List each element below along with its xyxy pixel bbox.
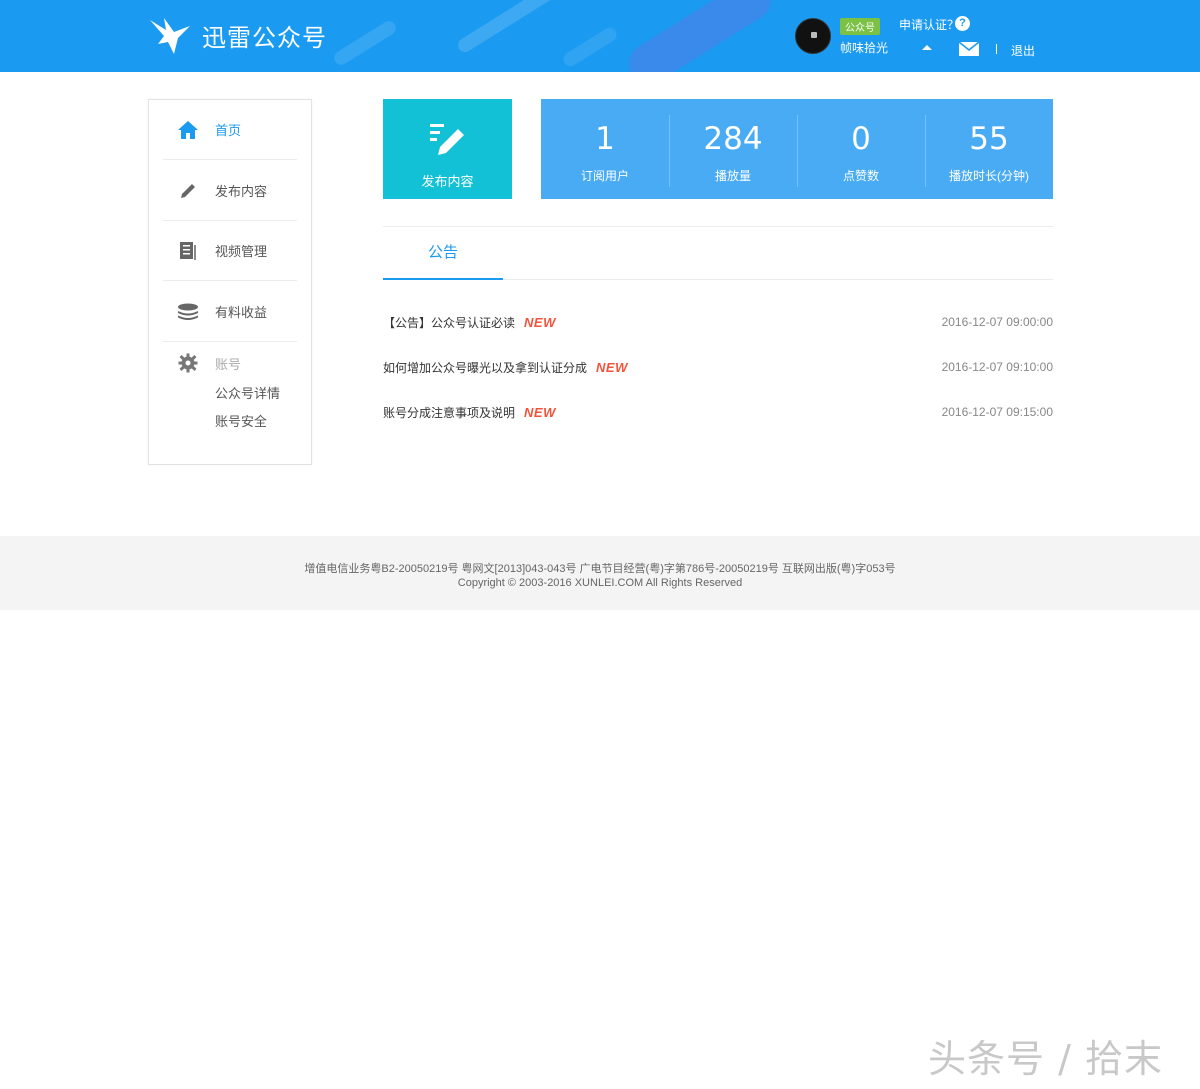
avatar[interactable] xyxy=(795,18,831,54)
announcement-date: 2016-12-07 09:00:00 xyxy=(941,315,1053,329)
account-section: 账号 公众号详情 账号安全 xyxy=(163,352,297,430)
announcement-title[interactable]: 如何增加公众号曝光以及拿到认证分成 xyxy=(383,359,587,376)
publish-content-button[interactable]: 发布内容 xyxy=(383,99,512,199)
edit-icon xyxy=(430,124,464,155)
header-decoration xyxy=(331,18,399,68)
gear-icon xyxy=(177,352,199,374)
sidebar-item-home[interactable]: 首页 xyxy=(163,100,297,160)
stat-label: 订阅用户 xyxy=(580,169,629,183)
stat-label: 点赞数 xyxy=(842,169,879,183)
home-icon xyxy=(177,119,199,141)
coins-icon xyxy=(177,301,199,323)
stat-plays: 284 播放量 xyxy=(669,99,797,199)
caret-up-icon[interactable] xyxy=(922,45,932,50)
announcement-date: 2016-12-07 09:15:00 xyxy=(941,405,1053,419)
announcement-item[interactable]: 【公告】公众号认证必读 NEW 2016-12-07 09:00:00 xyxy=(383,312,1053,332)
sidebar-item-label: 有料收益 xyxy=(215,305,268,320)
publish-content-label: 发布内容 xyxy=(421,174,474,189)
sidebar-item-publish[interactable]: 发布内容 xyxy=(163,161,297,221)
sidebar-item-label: 发布内容 xyxy=(215,184,268,199)
header-decoration xyxy=(560,25,620,69)
stats-panel: 1 订阅用户 284 播放量 0 点赞数 55 播放时长(分钟) xyxy=(541,99,1053,199)
announcement-title[interactable]: 【公告】公众号认证必读 xyxy=(383,314,515,331)
logout-link[interactable]: 退出 xyxy=(1011,42,1035,59)
brand-logo[interactable]: 迅雷公众号 xyxy=(148,14,327,56)
stat-value: 284 xyxy=(703,121,763,157)
header-divider xyxy=(996,44,997,54)
header-decoration xyxy=(621,0,779,72)
stat-value: 1 xyxy=(595,121,615,157)
apply-certification-link[interactable]: 申请认证？ xyxy=(899,16,959,33)
new-badge: NEW xyxy=(524,314,556,330)
stat-value: 55 xyxy=(969,121,1009,157)
announcement-item[interactable]: 如何增加公众号曝光以及拿到认证分成 NEW 2016-12-07 09:10:0… xyxy=(383,357,1053,377)
account-header: 账号 xyxy=(163,352,297,374)
sidebar-link-account-security[interactable]: 账号安全 xyxy=(215,411,297,430)
stat-play-duration: 55 播放时长(分钟) xyxy=(925,99,1053,199)
new-badge: NEW xyxy=(596,359,628,375)
announcement-item[interactable]: 账号分成注意事项及说明 NEW 2016-12-07 09:15:00 xyxy=(383,402,1053,422)
document-icon xyxy=(177,240,199,262)
stat-likes: 0 点赞数 xyxy=(797,99,925,199)
pencil-icon xyxy=(177,180,199,202)
username[interactable]: 帧味拾光 xyxy=(840,39,888,56)
stat-value: 0 xyxy=(851,121,871,157)
stat-subscribers: 1 订阅用户 xyxy=(541,99,669,199)
tab-announcements[interactable]: 公告 xyxy=(383,227,503,280)
footer: 增值电信业务粤B2-20050219号 粤网文[2013]043-043号 广电… xyxy=(0,536,1200,610)
sidebar-item-label: 首页 xyxy=(215,123,242,138)
sidebar: 首页 发布内容 视频管理 有料收益 账号 公众号详情 账号安全 xyxy=(148,99,312,465)
watermark: 头条号 / 拾末 xyxy=(928,1037,1163,1081)
stat-label: 播放时长(分钟) xyxy=(949,169,1029,183)
footer-copyright: Copyright © 2003-2016 XUNLEI.COM All Rig… xyxy=(457,577,743,589)
account-type-badge: 公众号 xyxy=(840,18,880,35)
mail-icon[interactable] xyxy=(959,42,979,56)
top-header: 迅雷公众号 公众号 申请认证？ ? 帧味拾光 退出 xyxy=(0,0,1200,72)
tab-bar: 公告 xyxy=(383,226,1053,280)
help-icon[interactable]: ? xyxy=(955,16,970,31)
new-badge: NEW xyxy=(524,404,556,420)
announcement-title[interactable]: 账号分成注意事项及说明 xyxy=(383,404,515,421)
sidebar-item-earnings[interactable]: 有料收益 xyxy=(163,282,297,342)
account-label: 账号 xyxy=(215,356,242,372)
sidebar-item-label: 视频管理 xyxy=(215,244,268,259)
footer-license: 增值电信业务粤B2-20050219号 粤网文[2013]043-043号 广电… xyxy=(304,563,896,575)
header-decoration xyxy=(455,0,565,55)
brand-name: 迅雷公众号 xyxy=(202,23,327,52)
sidebar-item-video-management[interactable]: 视频管理 xyxy=(163,221,297,281)
sidebar-link-account-details[interactable]: 公众号详情 xyxy=(215,383,297,402)
stat-label: 播放量 xyxy=(714,169,751,183)
announcement-date: 2016-12-07 09:10:00 xyxy=(941,360,1053,374)
bird-logo-icon xyxy=(150,18,190,54)
